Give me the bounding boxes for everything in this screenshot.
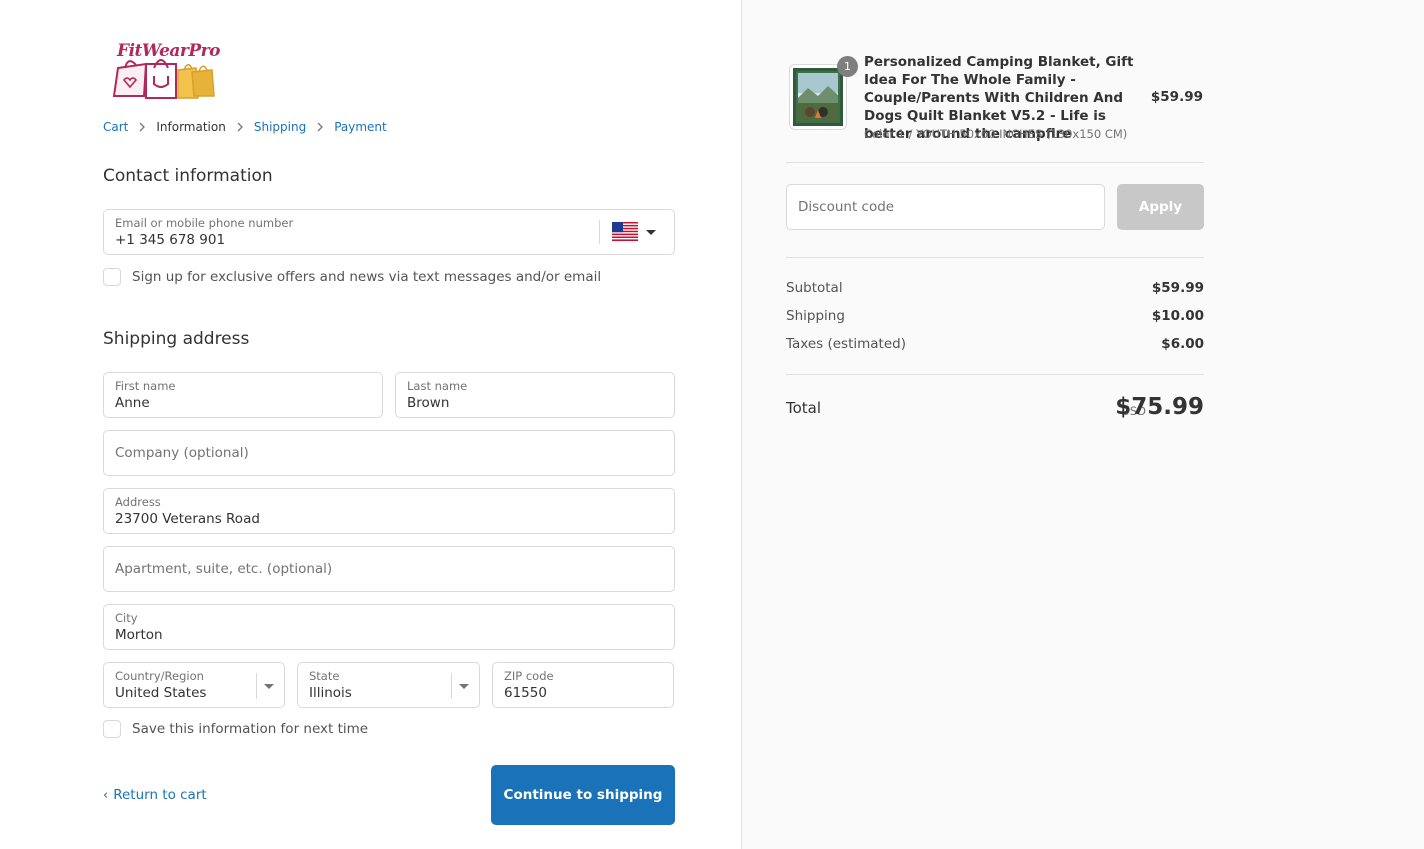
company-field[interactable]: Company (optional): [103, 430, 675, 476]
total-label: Total: [786, 399, 822, 417]
breadcrumb-payment[interactable]: Payment: [334, 120, 387, 134]
breadcrumb-shipping[interactable]: Shipping: [254, 120, 306, 134]
address-label: Address: [115, 495, 161, 509]
city-value: Morton: [115, 627, 163, 643]
state-select[interactable]: State Illinois: [297, 662, 480, 708]
subtotal-row: Subtotal $59.99: [786, 280, 1204, 296]
first-name-label: First name: [115, 379, 176, 393]
product-image: [793, 68, 843, 126]
shipping-cost-value: $10.00: [1151, 308, 1204, 324]
save-info-label: Save this information for next time: [132, 721, 369, 737]
quantity-badge: 1: [837, 56, 858, 77]
city-field[interactable]: City Morton: [103, 604, 675, 650]
chevron-right-icon: [236, 122, 244, 132]
email-phone-field[interactable]: Email or mobile phone number +1 345 678 …: [103, 209, 675, 255]
apartment-field[interactable]: Apartment, suite, etc. (optional): [103, 546, 675, 592]
chevron-right-icon: [138, 122, 146, 132]
taxes-row: Taxes (estimated) $6.00: [786, 336, 1204, 352]
first-name-value: Anne: [115, 395, 150, 411]
divider: [786, 257, 1204, 258]
company-placeholder: Company (optional): [115, 445, 249, 461]
divider: [786, 374, 1204, 375]
subtotal-value: $59.99: [1151, 280, 1204, 296]
caret-down-icon: [646, 230, 656, 235]
apply-discount-button[interactable]: Apply: [1117, 184, 1204, 230]
discount-code-input[interactable]: Discount code: [786, 184, 1105, 230]
total-row: Total USD $75.99: [786, 394, 1204, 424]
zip-value: 61550: [504, 685, 547, 701]
last-name-field[interactable]: Last name Brown: [395, 372, 675, 418]
taxes-value: $6.00: [1161, 336, 1204, 352]
signup-label: Sign up for exclusive offers and news vi…: [132, 269, 602, 285]
chevron-down-icon: [256, 673, 280, 699]
state-label: State: [309, 669, 340, 683]
last-name-label: Last name: [407, 379, 468, 393]
breadcrumb-information: Information: [156, 120, 226, 134]
save-info-checkbox[interactable]: [103, 720, 121, 738]
shipping-cost-label: Shipping: [786, 308, 845, 324]
last-name-value: Brown: [407, 395, 450, 411]
state-value: Illinois: [309, 685, 352, 701]
country-label: Country/Region: [115, 669, 204, 683]
country-value: United States: [115, 685, 207, 701]
signup-checkbox[interactable]: [103, 268, 121, 286]
shipping-section-title: Shipping address: [103, 329, 250, 349]
subtotal-label: Subtotal: [786, 280, 843, 296]
email-phone-label: Email or mobile phone number: [115, 216, 294, 230]
divider: [786, 162, 1204, 163]
country-select[interactable]: Country/Region United States: [103, 662, 285, 708]
signup-checkbox-row[interactable]: Sign up for exclusive offers and news vi…: [103, 268, 601, 286]
zip-label: ZIP code: [504, 669, 554, 683]
product-price: $59.99: [1150, 89, 1203, 105]
product-thumbnail: [789, 64, 847, 130]
save-info-checkbox-row[interactable]: Save this information for next time: [103, 720, 368, 738]
chevron-right-icon: [316, 122, 324, 132]
product-variant: Color 1 / YOUTH 50x60 INCHES (130x150 CM…: [864, 127, 1128, 141]
checkout-main: FitWearPro Cart Information Shipping Pay…: [0, 0, 741, 849]
address-field[interactable]: Address 23700 Veterans Road: [103, 488, 675, 534]
city-label: City: [115, 611, 138, 625]
store-logo[interactable]: FitWearPro: [106, 38, 220, 102]
us-flag-icon: [612, 222, 638, 241]
zip-field[interactable]: ZIP code 61550: [492, 662, 674, 708]
shipping-row: Shipping $10.00: [786, 308, 1204, 324]
chevron-down-icon: [451, 673, 475, 699]
first-name-field[interactable]: First name Anne: [103, 372, 383, 418]
order-summary: 1 Personalized Camping Blanket, Gift Ide…: [741, 0, 1424, 849]
address-value: 23700 Veterans Road: [115, 511, 260, 527]
apartment-placeholder: Apartment, suite, etc. (optional): [115, 561, 333, 577]
breadcrumb: Cart Information Shipping Payment: [103, 120, 387, 134]
logo-text: FitWearPro: [117, 41, 220, 61]
breadcrumb-cart[interactable]: Cart: [103, 120, 128, 134]
total-value: $75.99: [1115, 394, 1204, 420]
continue-to-shipping-button[interactable]: Continue to shipping: [491, 765, 675, 825]
country-code-selector[interactable]: [599, 220, 665, 244]
taxes-label: Taxes (estimated): [786, 336, 906, 352]
discount-code-placeholder: Discount code: [798, 199, 895, 215]
email-phone-value: +1 345 678 901: [115, 232, 226, 248]
contact-section-title: Contact information: [103, 166, 273, 186]
product-thumbnail-wrap: 1: [789, 56, 858, 130]
chevron-left-icon: ‹: [103, 787, 109, 803]
return-to-cart-link[interactable]: ‹ Return to cart: [103, 787, 207, 803]
return-to-cart-label: Return to cart: [113, 787, 207, 803]
